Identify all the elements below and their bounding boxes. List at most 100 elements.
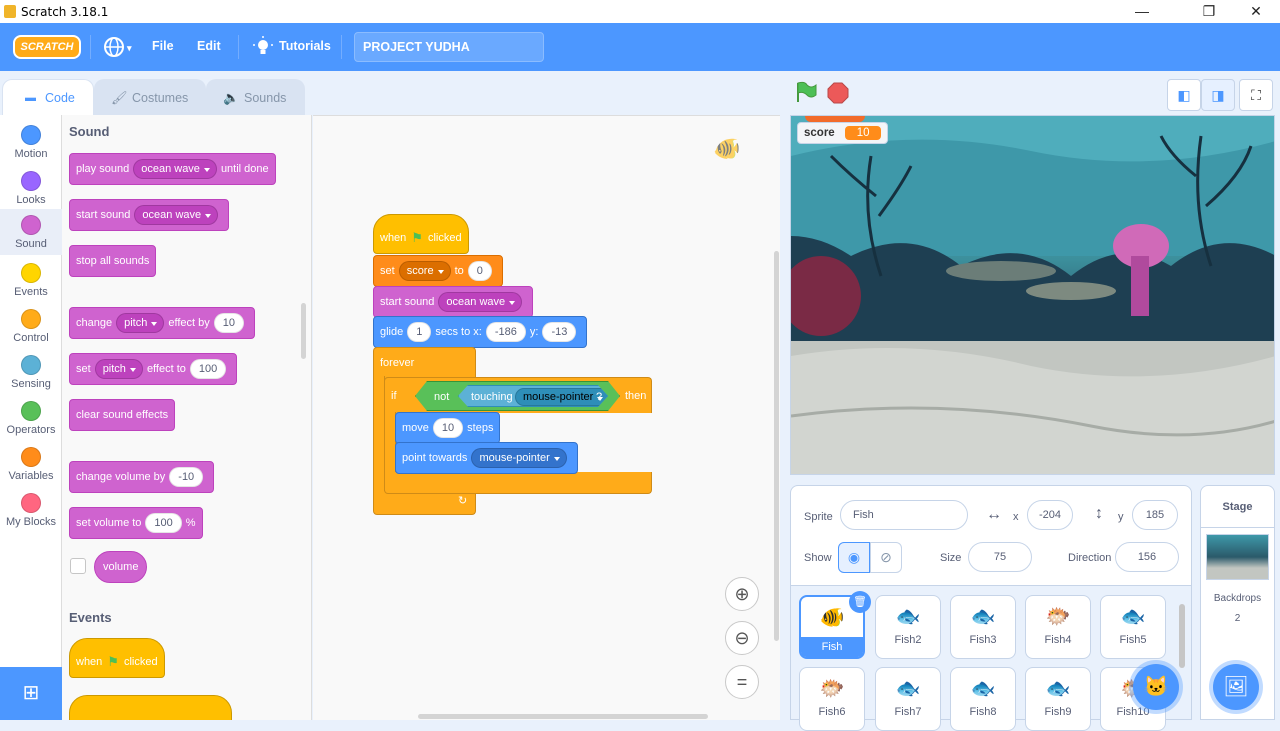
next-event-block[interactable]	[69, 695, 232, 720]
edit-menu[interactable]: Edit	[197, 39, 221, 53]
size-input[interactable]: 75	[968, 542, 1032, 572]
sprite-tile-fish7[interactable]: 🐟 Fish7	[875, 667, 941, 731]
sound-section-heading: Sound	[69, 124, 110, 139]
sprite-tile-fish3[interactable]: 🐟 Fish3	[950, 595, 1016, 659]
sprite-tile-fish2[interactable]: 🐟 Fish2	[875, 595, 941, 659]
sound-dropdown[interactable]: ocean wave	[133, 159, 217, 179]
script-point-towards-block[interactable]: point towards mouse-pointer	[395, 442, 578, 474]
category-looks[interactable]: Looks	[0, 165, 62, 211]
category-events[interactable]: Events	[0, 257, 62, 303]
script-forever-block[interactable]: forever	[373, 347, 476, 378]
number-input[interactable]: -10	[169, 467, 204, 487]
sprite-tile-fish4[interactable]: 🐡 Fish4	[1025, 595, 1091, 659]
script-when-flag-clicked-block[interactable]: when ⚑ clicked	[373, 214, 469, 254]
category-label: Operators	[6, 424, 56, 436]
delete-sprite-button[interactable]: 🗑	[849, 591, 871, 613]
point-target-dropdown[interactable]: mouse-pointer	[471, 448, 567, 468]
number-input[interactable]: 10	[213, 313, 244, 333]
backdrop-thumbnail[interactable]	[1206, 534, 1269, 580]
sound-dropdown[interactable]: ocean wave	[438, 292, 523, 312]
script-glide-block[interactable]: glide 1 secs to x: -186 y: -13	[373, 316, 588, 348]
add-extension-button[interactable]: ⊞	[0, 667, 62, 720]
minimize-button[interactable]: —	[1119, 0, 1165, 23]
zoom-in-button[interactable]: ⊕	[725, 577, 759, 611]
volume-reporter-block[interactable]: volume	[94, 551, 148, 583]
choose-sprite-button[interactable]: 🐱	[1133, 664, 1179, 710]
project-title-input[interactable]: PROJECT YUDHA	[354, 32, 544, 62]
sound-dropdown[interactable]: ocean wave	[134, 205, 219, 225]
fullscreen-button[interactable]: ⛶	[1239, 79, 1273, 111]
stop-all-sounds-block[interactable]: stop all sounds	[69, 245, 157, 277]
y-input[interactable]: -13	[542, 322, 577, 342]
category-sensing[interactable]: Sensing	[0, 349, 62, 395]
script-set-variable-block[interactable]: set score to 0	[373, 255, 503, 287]
category-control[interactable]: Control	[0, 303, 62, 349]
category-variables[interactable]: Variables	[0, 441, 62, 487]
stage-canvas[interactable]: score 10	[790, 115, 1275, 475]
sprite-list-scrollbar[interactable]	[1179, 604, 1185, 668]
tab-code[interactable]: ▬ Code	[2, 79, 94, 115]
when-flag-clicked-block[interactable]: when ⚑ clicked	[69, 638, 165, 678]
sprite-name: Fish2	[894, 634, 922, 646]
zoom-reset-button[interactable]: =	[725, 665, 759, 699]
sprite-name-input[interactable]: Fish	[840, 500, 968, 530]
value-input[interactable]: 0	[467, 261, 492, 281]
secs-input[interactable]: 1	[407, 322, 432, 342]
x-position-input[interactable]: -204	[1027, 500, 1073, 530]
script-move-steps-block[interactable]: move 10 steps	[395, 412, 501, 444]
set-effect-to-block[interactable]: set pitch effect to 100	[69, 353, 238, 385]
tab-costumes[interactable]: 🖌 Costumes	[94, 79, 206, 115]
palette-scrollbar[interactable]	[301, 303, 306, 359]
sprite-tile-fish9[interactable]: 🐟 Fish9	[1025, 667, 1091, 731]
score-variable-monitor[interactable]: score 10	[797, 122, 889, 144]
category-sound[interactable]: Sound	[0, 209, 62, 255]
maximize-button[interactable]: ❐	[1186, 0, 1232, 23]
file-menu[interactable]: File	[152, 39, 174, 53]
y-position-input[interactable]: 185	[1132, 500, 1178, 530]
sprite-tile-fish6[interactable]: 🐡 Fish6	[799, 667, 865, 731]
sprite-tile-fish[interactable]: 🐠 Fish 🗑	[799, 591, 871, 659]
close-button[interactable]: ✕	[1233, 0, 1279, 23]
play-sound-until-done-block[interactable]: play sound ocean wave until done	[69, 153, 276, 185]
script-vertical-scrollbar[interactable]	[774, 251, 779, 641]
start-sound-block[interactable]: start sound ocean wave	[69, 199, 230, 231]
x-input[interactable]: -186	[485, 322, 526, 342]
change-volume-by-block[interactable]: change volume by -10	[69, 461, 215, 493]
change-effect-by-block[interactable]: change pitch effect by 10	[69, 307, 255, 339]
effect-dropdown[interactable]: pitch	[94, 359, 143, 379]
variable-dropdown[interactable]: score	[398, 261, 451, 281]
script-area[interactable]: 🐠 when ⚑ clicked set score to 0 start so…	[313, 115, 780, 720]
script-if-then-block[interactable]: if not touching mouse-pointer ? then	[384, 377, 652, 413]
globe-icon[interactable]	[103, 36, 125, 58]
show-sprite-button[interactable]: ◉	[838, 542, 870, 573]
fish-sprite-partial[interactable]	[805, 116, 865, 122]
script-start-sound-block[interactable]: start sound ocean wave	[373, 286, 534, 318]
scratch-logo[interactable]: SCRATCH	[13, 35, 81, 59]
number-input[interactable]: 100	[145, 513, 182, 533]
choose-backdrop-button[interactable]: 🖼	[1213, 664, 1259, 710]
green-flag-icon[interactable]	[795, 81, 817, 103]
volume-monitor-checkbox[interactable]	[70, 558, 86, 574]
number-input[interactable]: 100	[189, 359, 227, 379]
category-my-blocks[interactable]: My Blocks	[0, 487, 62, 533]
not-operator-block[interactable]: not touching mouse-pointer ?	[415, 381, 620, 411]
category-motion[interactable]: Motion	[0, 119, 62, 165]
touching-sensing-block[interactable]: touching mouse-pointer ?	[458, 385, 608, 407]
tutorials-menu[interactable]: Tutorials	[279, 39, 331, 53]
zoom-out-button[interactable]: ⊖	[725, 621, 759, 655]
steps-input[interactable]: 10	[432, 418, 464, 438]
clear-sound-effects-block[interactable]: clear sound effects	[69, 399, 176, 431]
small-stage-button[interactable]: ◧	[1167, 79, 1201, 111]
normal-stage-button[interactable]: ◨	[1201, 79, 1235, 111]
script-horizontal-scrollbar[interactable]	[418, 714, 708, 719]
tab-sounds[interactable]: 🔈 Sounds	[206, 79, 305, 115]
category-operators[interactable]: Operators	[0, 395, 62, 441]
set-volume-to-block[interactable]: set volume to 100 %	[69, 507, 203, 539]
sprite-tile-fish8[interactable]: 🐟 Fish8	[950, 667, 1016, 731]
stop-sign-icon[interactable]	[827, 82, 849, 104]
block-palette[interactable]: Sound play sound ocean wave until done s…	[62, 115, 312, 720]
effect-dropdown[interactable]: pitch	[116, 313, 165, 333]
sprite-tile-fish5[interactable]: 🐟 Fish5	[1100, 595, 1166, 659]
direction-input[interactable]: 156	[1115, 542, 1179, 572]
hide-sprite-button[interactable]: ⊘	[870, 542, 902, 573]
